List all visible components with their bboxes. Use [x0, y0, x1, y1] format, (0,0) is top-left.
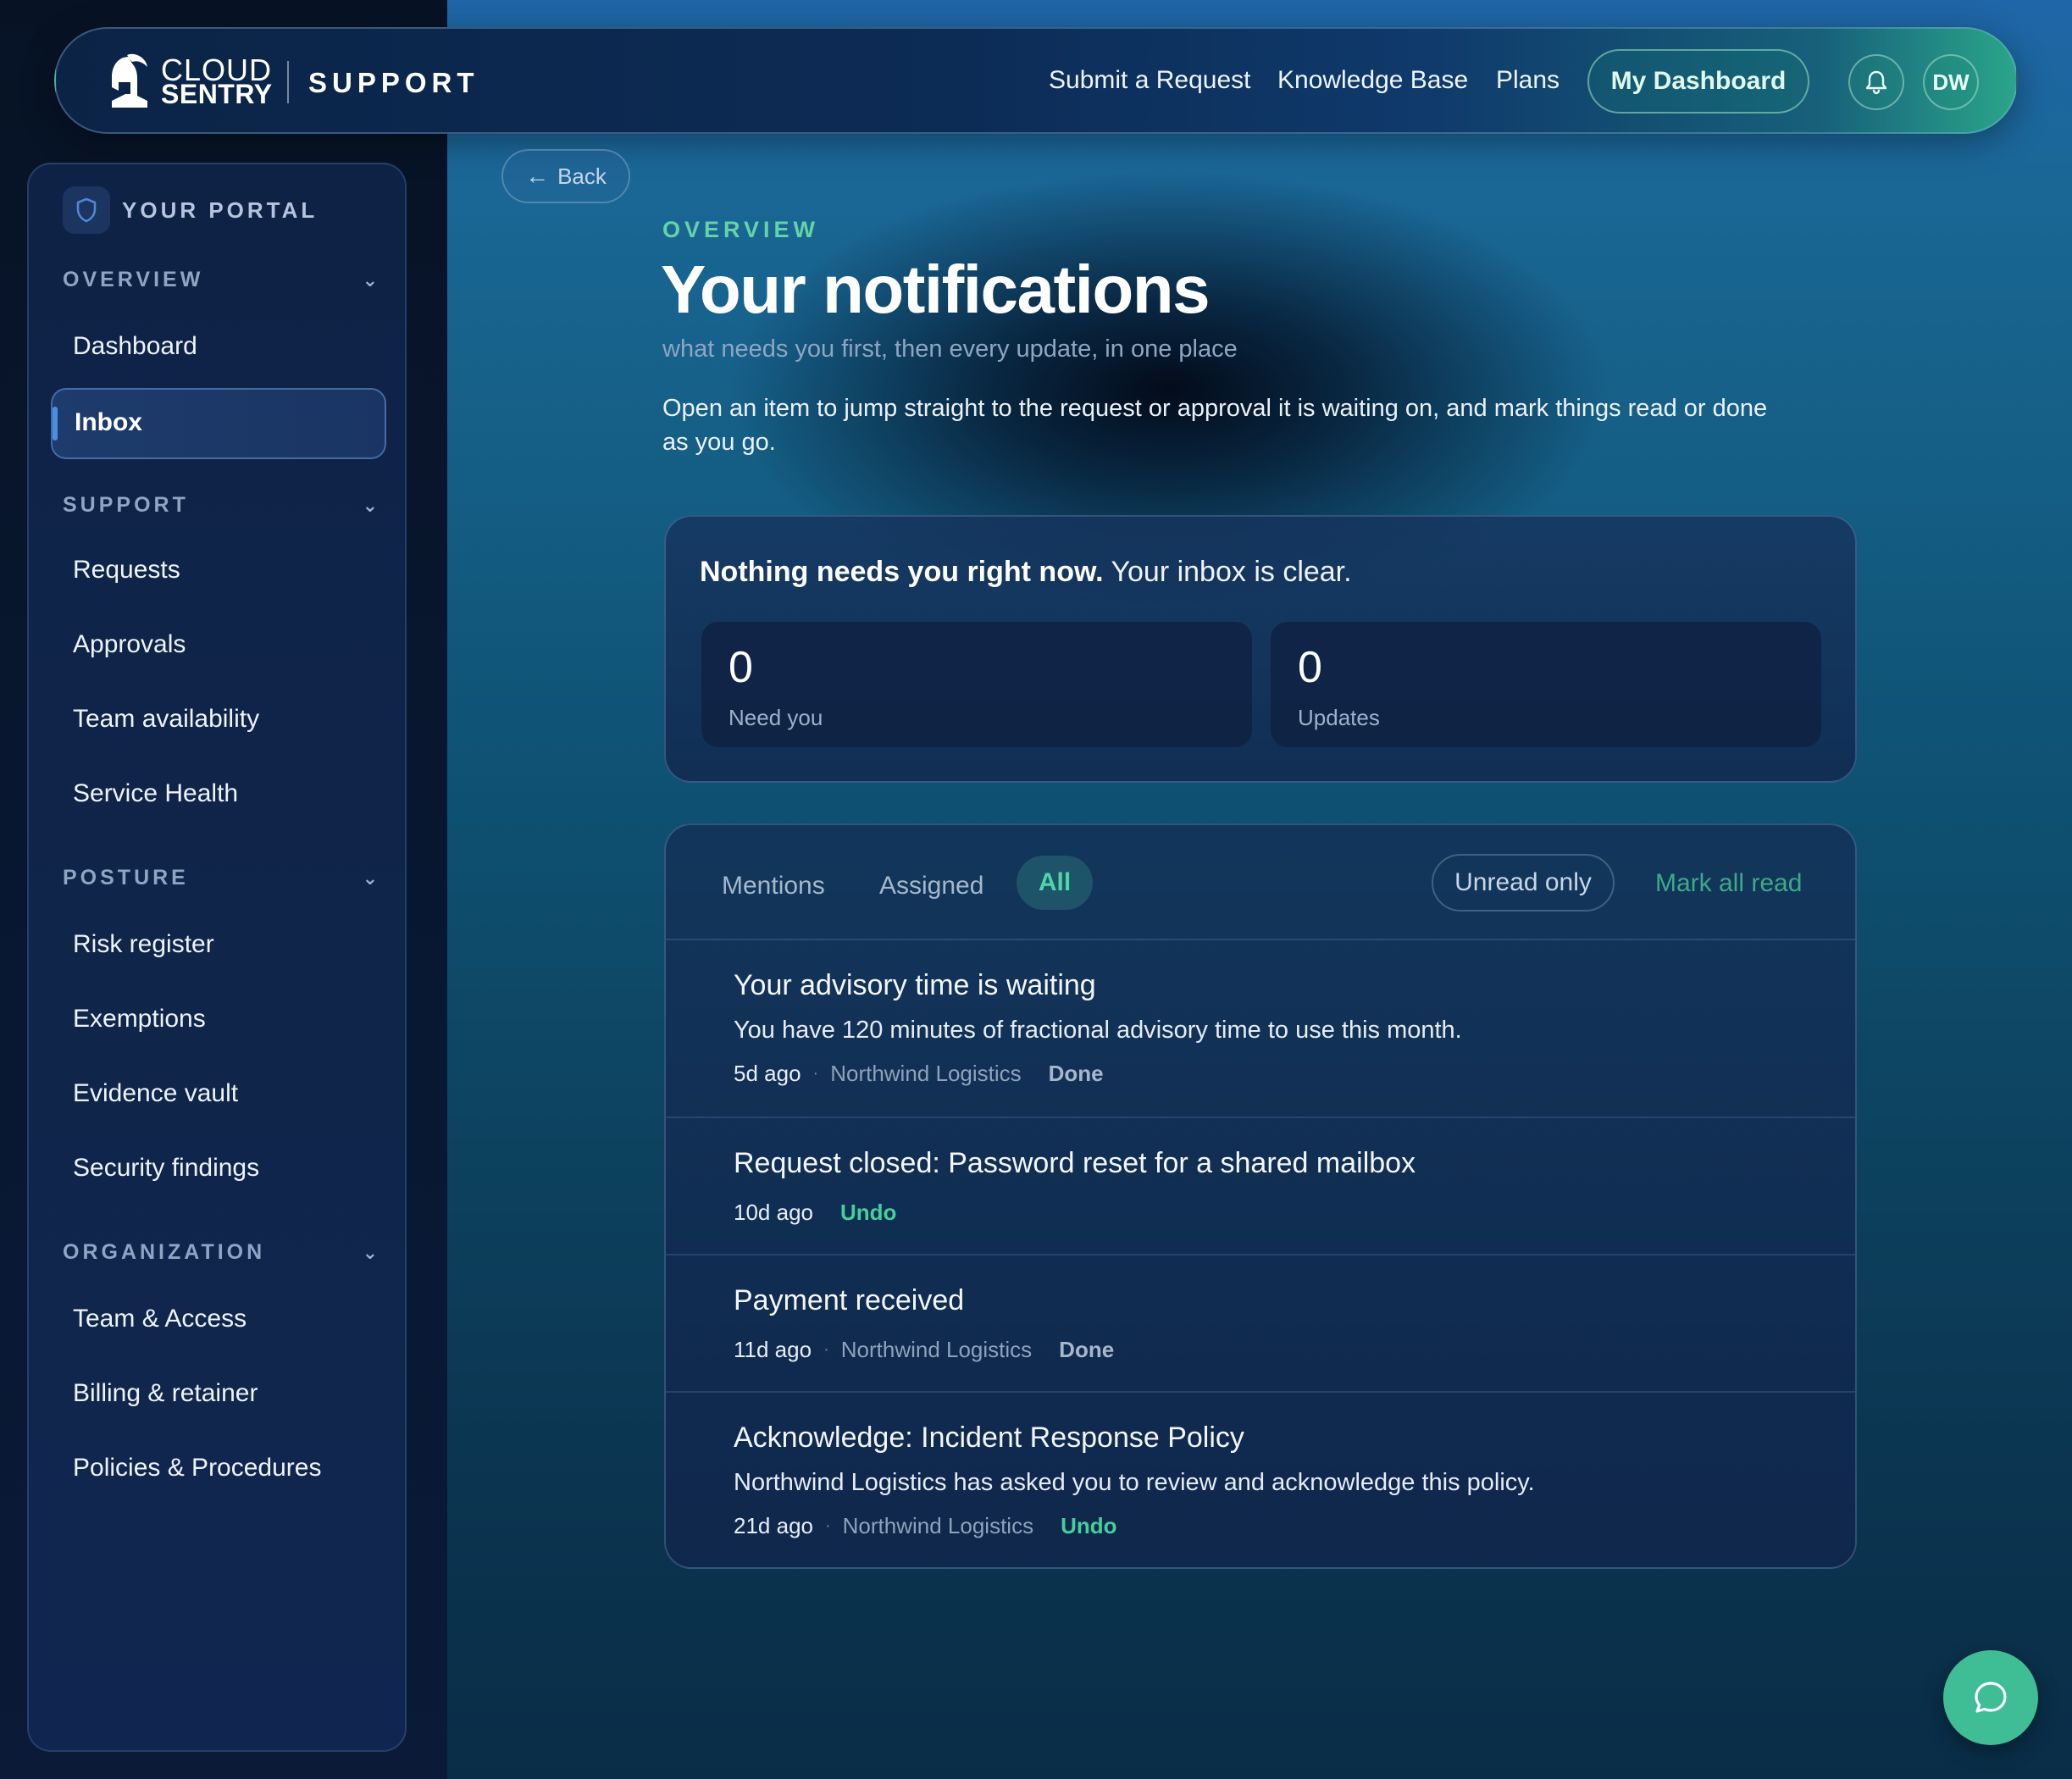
brand-logo[interactable]: CLOUD SENTRY: [103, 53, 273, 112]
section-label: ORGANIZATION: [63, 1240, 266, 1264]
sidebar-item-requests[interactable]: Requests: [73, 556, 180, 585]
chat-button[interactable]: [1943, 1650, 2038, 1745]
notification-body: You have 120 minutes of fractional advis…: [734, 1017, 1462, 1044]
meta-separator: ·: [823, 1340, 829, 1359]
stat-updates: 0 Updates: [1271, 622, 1821, 747]
notification-meta: 21d ago · Northwind Logistics Undo: [734, 1513, 1117, 1539]
sidebar-item-approvals[interactable]: Approvals: [73, 630, 186, 659]
notification-row[interactable]: Acknowledge: Incident Response Policy No…: [666, 1391, 1855, 1567]
sidebar-section-organization[interactable]: ORGANIZATION ⌄: [63, 1240, 378, 1265]
sidebar-item-label: Inbox: [75, 408, 142, 436]
nav-knowledge-base[interactable]: Knowledge Base: [1277, 66, 1468, 95]
sidebar-item-exemptions[interactable]: Exemptions: [73, 1005, 206, 1034]
chevron-down-icon: ⌄: [362, 1241, 378, 1263]
meta-separator: ·: [812, 1064, 819, 1083]
stat-need-you: 0 Need you: [701, 622, 1252, 747]
notification-age: 11d ago: [734, 1337, 812, 1362]
portal-label: YOUR PORTAL: [122, 197, 319, 223]
notification-title: Acknowledge: Incident Response Policy: [734, 1422, 1244, 1454]
nav-submit-request[interactable]: Submit a Request: [1049, 66, 1250, 95]
summary-bold: Nothing needs you right now.: [700, 556, 1104, 588]
sidebar-item-team-availability[interactable]: Team availability: [73, 705, 259, 734]
stat-value: 0: [1298, 643, 1322, 692]
page-subtitle: what needs you first, then every update,…: [662, 335, 1238, 363]
notification-org: Northwind Logistics: [830, 1061, 1022, 1086]
sidebar-item-team-access[interactable]: Team & Access: [73, 1305, 247, 1333]
portal-badge: [63, 186, 110, 234]
chevron-down-icon: ⌄: [362, 494, 378, 516]
back-label: Back: [557, 163, 607, 189]
stat-value: 0: [729, 643, 753, 692]
sidebar-section-overview[interactable]: OVERVIEW ⌄: [63, 268, 378, 292]
page-title: Your notifications: [661, 252, 1211, 327]
sidebar-item-evidence-vault[interactable]: Evidence vault: [73, 1079, 238, 1108]
sidebar-section-posture[interactable]: POSTURE ⌄: [63, 866, 378, 890]
back-button[interactable]: ← Back: [501, 149, 630, 203]
chevron-down-icon: ⌄: [362, 867, 378, 889]
section-name: SUPPORT: [308, 67, 479, 98]
spartan-helmet-icon: [112, 53, 147, 108]
arrow-left-icon: ←: [525, 163, 550, 189]
brand-line-2: SENTRY: [161, 79, 273, 109]
page-eyebrow: OVERVIEW: [662, 217, 820, 242]
notification-row[interactable]: Request closed: Password reset for a sha…: [666, 1117, 1855, 1254]
notification-title: Your advisory time is waiting: [734, 969, 1096, 1001]
done-button[interactable]: Done: [1049, 1061, 1104, 1087]
notification-age: 10d ago: [734, 1200, 813, 1225]
portal-header: YOUR PORTAL: [63, 186, 318, 234]
chat-bubble-icon: [1975, 1682, 2007, 1713]
done-button[interactable]: Done: [1059, 1337, 1114, 1363]
notification-title: Request closed: Password reset for a sha…: [734, 1147, 1416, 1179]
sidebar-section-support[interactable]: SUPPORT ⌄: [63, 493, 378, 518]
undo-button[interactable]: Undo: [840, 1200, 896, 1226]
user-avatar[interactable]: DW: [1923, 54, 1979, 110]
notification-body: Northwind Logistics has asked you to rev…: [734, 1469, 1535, 1496]
stat-label: Need you: [729, 705, 823, 730]
sidebar-item-risk-register[interactable]: Risk register: [73, 930, 214, 959]
sidebar-item-dashboard[interactable]: Dashboard: [73, 332, 197, 361]
inbox-summary-card: Nothing needs you right now. Your inbox …: [664, 515, 1857, 783]
mark-all-read-button[interactable]: Mark all read: [1655, 869, 1802, 898]
tab-mentions[interactable]: Mentions: [722, 859, 825, 913]
stat-label: Updates: [1298, 705, 1380, 730]
chevron-down-icon: ⌄: [362, 269, 378, 291]
notification-row[interactable]: Payment received 11d ago · Northwind Log…: [666, 1254, 1855, 1391]
section-label: POSTURE: [63, 866, 189, 890]
meta-separator: ·: [824, 1516, 831, 1535]
section-label: SUPPORT: [63, 493, 189, 517]
sidebar-item-policies-procedures[interactable]: Policies & Procedures: [73, 1454, 321, 1482]
logo-divider: [287, 61, 289, 103]
sidebar-item-inbox[interactable]: Inbox: [51, 388, 386, 459]
section-label: OVERVIEW: [63, 268, 204, 291]
notifications-list: Mentions Assigned All Unread only Mark a…: [664, 823, 1857, 1569]
page-intro: Open an item to jump straight to the req…: [662, 395, 1768, 456]
sidebar-item-service-health[interactable]: Service Health: [73, 779, 238, 808]
summary-message: Nothing needs you right now. Your inbox …: [700, 556, 1352, 589]
tab-assigned[interactable]: Assigned: [879, 859, 983, 913]
notification-row[interactable]: Your advisory time is waiting You have 1…: [666, 939, 1855, 1117]
my-dashboard-button[interactable]: My Dashboard: [1587, 49, 1809, 114]
notifications-button[interactable]: [1848, 54, 1904, 110]
sidebar-item-billing-retainer[interactable]: Billing & retainer: [73, 1379, 258, 1408]
notification-age: 21d ago: [734, 1513, 813, 1538]
notification-org: Northwind Logistics: [840, 1337, 1033, 1362]
notification-title: Payment received: [734, 1284, 965, 1316]
unread-only-toggle[interactable]: Unread only: [1432, 854, 1615, 912]
bell-icon: [1865, 70, 1887, 95]
summary-rest: Your inbox is clear.: [1103, 556, 1352, 588]
sidebar: YOUR PORTAL OVERVIEW ⌄ Dashboard Inbox S…: [27, 163, 407, 1752]
tab-all[interactable]: All: [1017, 856, 1093, 910]
sidebar-item-security-findings[interactable]: Security findings: [73, 1154, 259, 1183]
notification-age: 5d ago: [734, 1061, 801, 1086]
shield-icon: [76, 197, 97, 223]
notification-meta: 10d ago Undo: [734, 1200, 896, 1226]
notification-org: Northwind Logistics: [842, 1513, 1034, 1538]
notification-meta: 5d ago · Northwind Logistics Done: [734, 1061, 1104, 1087]
top-bar: CLOUD SENTRY SUPPORT Submit a Request Kn…: [54, 27, 2018, 134]
nav-plans[interactable]: Plans: [1496, 66, 1560, 95]
undo-button[interactable]: Undo: [1061, 1513, 1116, 1539]
notification-meta: 11d ago · Northwind Logistics Done: [734, 1337, 1114, 1363]
